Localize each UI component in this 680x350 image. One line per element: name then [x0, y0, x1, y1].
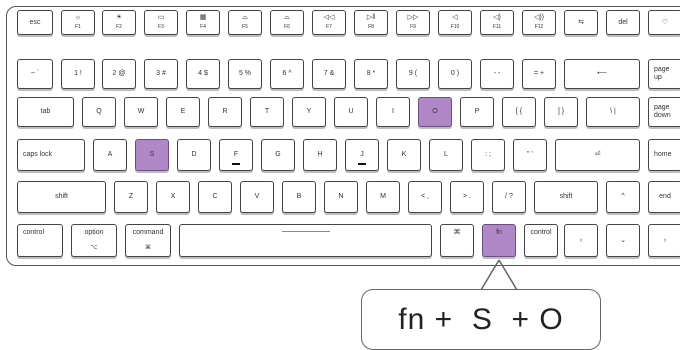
- shortcut-combo-text: fn + S + O: [398, 302, 564, 336]
- shortcut-combo-callout: fn + S + O: [361, 289, 601, 350]
- callout-pointer-right-edge: [498, 259, 518, 291]
- callout-pointer-left-edge: [480, 259, 500, 291]
